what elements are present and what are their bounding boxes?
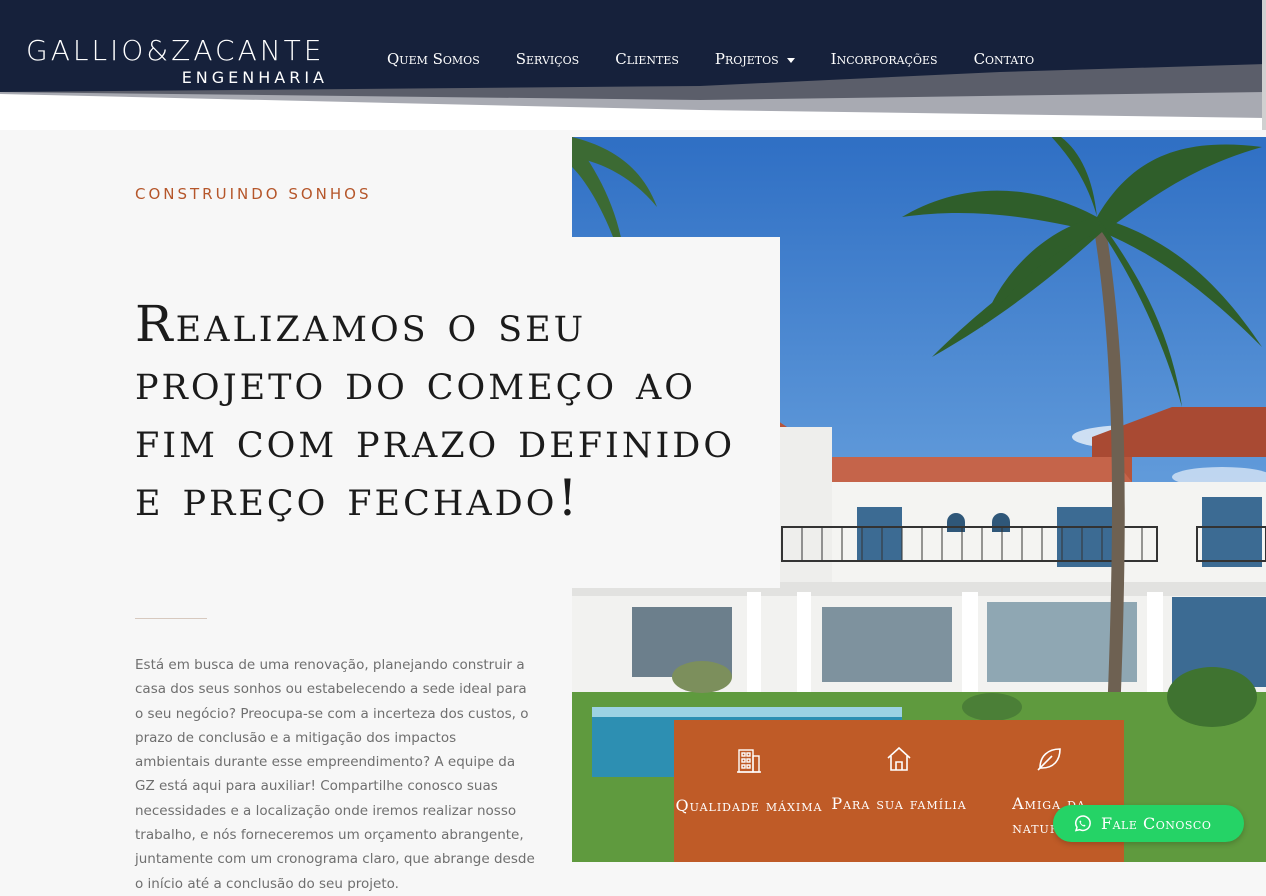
nav-label: Serviços — [515, 50, 580, 68]
nav-incorporacoes[interactable]: Incorporações — [831, 50, 938, 68]
nav-label: Contato — [973, 50, 1035, 68]
logo[interactable]: GALLIO&ZACANTE ENGENHARIA — [26, 34, 336, 88]
logo-brand: GALLIO&ZACANTE — [26, 34, 325, 67]
hero-headline: Realizamos o seu projeto do começo ao fi… — [135, 295, 736, 527]
feature-label: Para sua família — [831, 794, 967, 813]
feature-label: Qualidade máxima — [675, 796, 823, 815]
nav-projetos[interactable]: Projetos — [715, 50, 795, 68]
nav-label: Projetos — [714, 50, 779, 68]
logo-subtitle: ENGENHARIA — [181, 68, 328, 87]
features-box: Qualidade máxima Para sua família Amiga … — [674, 720, 1124, 862]
site-header: GALLIO&ZACANTE ENGENHARIA Quem Somos Ser… — [0, 0, 1266, 130]
hero-intro-text: Está em busca de uma renovação, planejan… — [135, 657, 535, 892]
nav-servicos[interactable]: Serviços — [516, 50, 579, 68]
nav-quem-somos[interactable]: Quem Somos — [387, 50, 480, 68]
feature-family: Para sua família — [824, 720, 974, 862]
house-icon — [887, 746, 911, 771]
building-icon — [737, 749, 761, 773]
whatsapp-button[interactable]: Fale Conosco — [1053, 805, 1244, 842]
nav-label: Clientes — [615, 50, 679, 68]
chevron-down-icon — [786, 57, 795, 63]
hero-eyebrow: CONSTRUINDO SONHOS — [135, 185, 372, 203]
main-nav: Quem Somos Serviços Clientes Projetos In… — [387, 50, 1034, 68]
nav-label: Quem Somos — [387, 50, 480, 68]
whatsapp-icon — [1074, 814, 1091, 831]
nav-contato[interactable]: Contato — [974, 50, 1035, 68]
feature-quality: Qualidade máxima — [674, 720, 824, 862]
nav-clientes[interactable]: Clientes — [615, 50, 679, 68]
whatsapp-label: Fale Conosco — [1101, 814, 1212, 833]
nav-label: Incorporações — [830, 50, 938, 68]
divider — [135, 618, 207, 619]
leaf-icon — [1037, 748, 1061, 771]
